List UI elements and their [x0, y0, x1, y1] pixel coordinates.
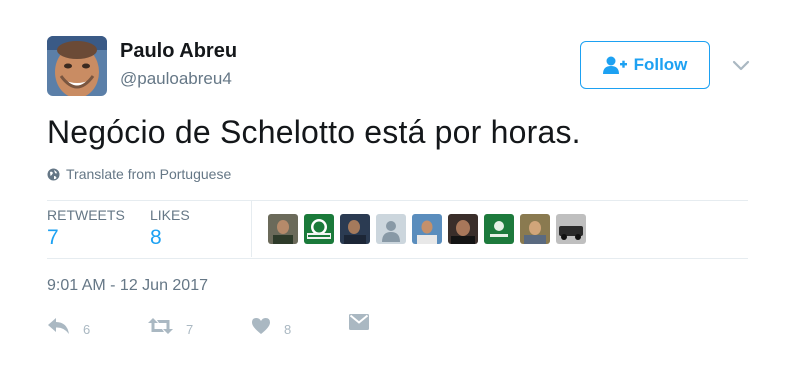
follow-button-label: Follow — [633, 55, 688, 74]
follow-button[interactable]: Follow — [580, 41, 710, 89]
likers-avatars — [268, 214, 592, 244]
globe-icon — [47, 168, 60, 180]
retweet-count: 7 — [186, 322, 194, 337]
tweet-card: Paulo Abreu @pauloabreu4 Follow Negócio … — [0, 0, 796, 379]
user-handle[interactable]: @pauloabreu4 — [120, 69, 232, 89]
translate-link[interactable]: Translate from Portuguese — [47, 166, 231, 182]
reply-icon — [48, 317, 69, 334]
reply-count: 6 — [83, 322, 91, 337]
liker-avatar[interactable] — [520, 214, 550, 244]
reply-button[interactable]: 6 — [47, 314, 90, 337]
translate-label: Translate from Portuguese — [66, 166, 232, 182]
tweet-timestamp[interactable]: 9:01 AM - 12 Jun 2017 — [47, 277, 208, 295]
chevron-down-icon[interactable] — [731, 59, 751, 73]
liker-avatar[interactable] — [376, 214, 406, 244]
liker-avatar[interactable] — [448, 214, 478, 244]
like-count: 8 — [284, 322, 292, 337]
heart-icon — [252, 317, 270, 334]
user-name[interactable]: Paulo Abreu — [120, 40, 237, 63]
liker-avatar[interactable] — [556, 214, 586, 244]
retweets-label[interactable]: RETWEETS — [47, 207, 125, 223]
liker-avatar[interactable] — [304, 214, 334, 244]
likes-count[interactable]: 8 — [150, 226, 162, 250]
divider — [251, 201, 252, 257]
message-icon — [349, 314, 369, 330]
liker-avatar[interactable] — [412, 214, 442, 244]
direct-message-button[interactable] — [349, 314, 369, 330]
liker-avatar[interactable] — [268, 214, 298, 244]
divider — [47, 258, 748, 259]
divider — [47, 200, 748, 201]
likes-label[interactable]: LIKES — [150, 207, 190, 223]
retweet-icon — [148, 317, 173, 334]
retweet-button[interactable]: 7 — [148, 314, 193, 337]
avatar[interactable] — [47, 36, 107, 96]
liker-avatar[interactable] — [340, 214, 370, 244]
liker-avatar[interactable] — [484, 214, 514, 244]
add-user-icon — [602, 56, 627, 74]
tweet-text: Negócio de Schelotto está por horas. — [47, 114, 581, 150]
like-button[interactable]: 8 — [251, 314, 291, 337]
retweets-count[interactable]: 7 — [47, 226, 59, 250]
